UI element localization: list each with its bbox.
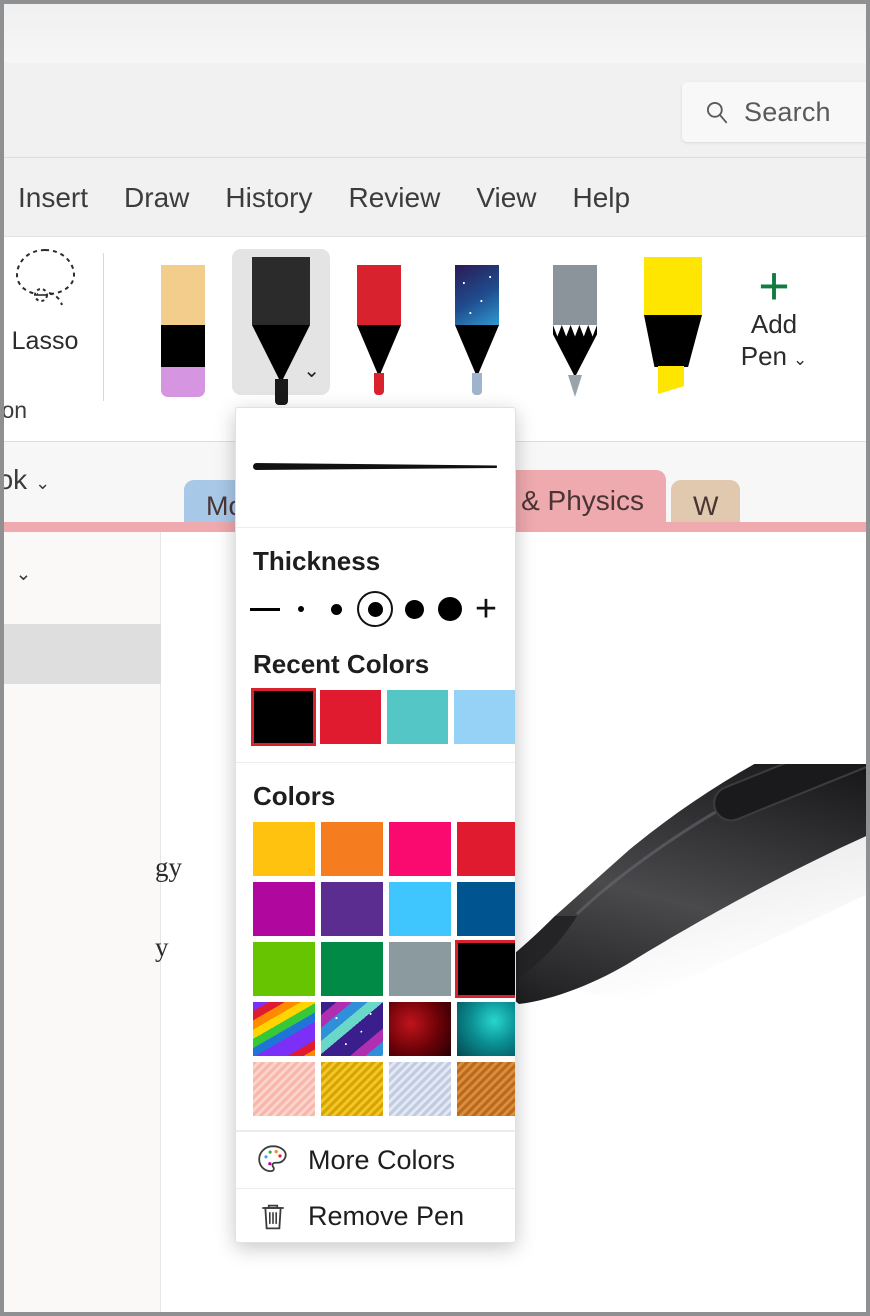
color-swatch-texture-copper-pencil[interactable] — [457, 1062, 515, 1116]
thickness-5[interactable] — [435, 587, 465, 631]
add-pen-label-2: Pen ⌄ — [740, 341, 808, 371]
pen-button-galaxy[interactable] — [428, 249, 526, 395]
add-pen-label-1: Add — [750, 309, 798, 339]
color-swatch-orange[interactable] — [321, 822, 383, 876]
pen-button-highlighter-yellow[interactable] — [624, 249, 722, 394]
color-swatch-pink[interactable] — [389, 822, 451, 876]
flyout-menu: More Colors Remove Pen — [236, 1131, 515, 1242]
trash-icon — [262, 1204, 284, 1229]
page-list-item-selected[interactable] — [4, 624, 161, 684]
color-swatch-green[interactable] — [321, 942, 383, 996]
colors-grid — [236, 812, 515, 1131]
ribbon-tab-review[interactable]: Review — [331, 159, 459, 237]
color-swatch-texture-rose-pencil[interactable] — [253, 1062, 315, 1116]
add-pen-button[interactable]: + Add Pen ⌄ — [722, 256, 826, 377]
pen-options-flyout[interactable]: Thickness + Recent Colors Colors More Co… — [235, 407, 516, 1243]
recent-swatch-light-blue[interactable] — [454, 690, 515, 744]
thickness-options: + — [236, 577, 515, 631]
lasso-label: Lasso — [11, 327, 79, 355]
search-icon — [706, 101, 728, 124]
lasso-select-button[interactable]: Lasso — [4, 243, 104, 393]
color-swatch-texture-gold-pencil[interactable] — [321, 1062, 383, 1116]
note-text-1: gy — [155, 852, 182, 882]
color-swatch-black-selected[interactable] — [455, 940, 515, 998]
thickness-3-selected[interactable] — [357, 591, 394, 627]
ribbon-tab-help[interactable]: Help — [555, 159, 649, 237]
recent-swatch-red[interactable] — [320, 690, 381, 744]
lasso-icon — [15, 249, 76, 306]
pen-button-red[interactable] — [330, 249, 428, 395]
ribbon-tab-history[interactable]: History — [207, 159, 330, 237]
color-swatch-yellow[interactable] — [253, 822, 315, 876]
color-swatch-light-green[interactable] — [253, 942, 315, 996]
more-colors-menu-item[interactable]: More Colors — [236, 1132, 515, 1188]
thickness-1[interactable] — [286, 587, 316, 631]
search-placeholder: Search — [744, 96, 831, 127]
selection-group-label: tion — [1, 397, 28, 423]
color-swatch-texture-silver-pencil[interactable] — [389, 1062, 451, 1116]
onenote-window: Search Insert Draw History Review View H… — [0, 0, 870, 1316]
chevron-down-icon[interactable]: ⌄ — [793, 350, 807, 369]
stroke-preview — [236, 408, 515, 528]
color-swatch-dark-blue[interactable] — [457, 882, 515, 936]
chevron-down-icon[interactable]: ⌄ — [303, 358, 320, 383]
search-input[interactable]: Search — [682, 82, 866, 142]
ribbon-tab-insert[interactable]: Insert — [4, 159, 106, 237]
color-swatch-cyan[interactable] — [389, 882, 451, 936]
ribbon-tab-draw[interactable]: Draw — [106, 159, 207, 237]
plus-icon: + — [758, 256, 790, 316]
color-swatch-magenta[interactable] — [253, 882, 315, 936]
thickness-2[interactable] — [322, 587, 352, 631]
page-list-header-label: s — [0, 556, 2, 586]
ribbon-group-divider — [103, 253, 104, 401]
recent-swatch-teal[interactable] — [387, 690, 448, 744]
page-list-pane: s⌄ — [4, 532, 161, 1312]
recent-swatch-black[interactable] — [251, 688, 316, 746]
notebook-name-button[interactable]: ook ⌄ — [0, 464, 51, 496]
pen-button-highlighter-tan[interactable] — [134, 249, 232, 397]
thickness-4[interactable] — [399, 587, 429, 631]
color-swatch-texture-lava[interactable] — [389, 1002, 451, 1056]
colors-heading: Colors — [253, 781, 336, 811]
pen-button-black-selected[interactable]: ⌄ — [232, 249, 330, 405]
note-text-2: y — [155, 932, 169, 962]
recent-colors-row — [236, 680, 515, 762]
preview-stroke — [253, 463, 497, 470]
notebook-name-label: ook — [0, 464, 28, 495]
page-list-header[interactable]: s⌄ — [0, 556, 32, 587]
chevron-down-icon: ⌄ — [35, 473, 51, 493]
color-swatch-texture-ocean[interactable] — [457, 1002, 515, 1056]
more-colors-label: More Colors — [308, 1144, 456, 1175]
color-swatch-gray[interactable] — [389, 942, 451, 996]
recent-colors-section: Recent Colors — [236, 631, 515, 763]
color-palette-icon — [258, 1145, 287, 1173]
pen-button-pencil[interactable] — [526, 249, 624, 397]
color-swatch-texture-rainbow[interactable] — [253, 1002, 315, 1056]
thickness-heading: Thickness — [253, 546, 381, 576]
recent-colors-heading: Recent Colors — [253, 649, 430, 679]
remove-pen-menu-item[interactable]: Remove Pen — [236, 1188, 515, 1242]
chevron-down-icon: ⌄ — [15, 564, 32, 585]
thickness-line[interactable] — [250, 587, 280, 631]
pen-gallery: ⌄ + Add Pen ⌄ — [134, 249, 826, 409]
title-bar — [4, 4, 866, 63]
color-swatch-texture-galaxy[interactable] — [321, 1002, 383, 1056]
remove-pen-label: Remove Pen — [308, 1201, 465, 1231]
ribbon-tab-strip: Insert Draw History Review View Help — [4, 159, 866, 237]
color-swatch-purple[interactable] — [321, 882, 383, 936]
color-swatch-red[interactable] — [457, 822, 515, 876]
thickness-more[interactable]: + — [471, 587, 501, 631]
ribbon-tab-view[interactable]: View — [458, 159, 554, 237]
